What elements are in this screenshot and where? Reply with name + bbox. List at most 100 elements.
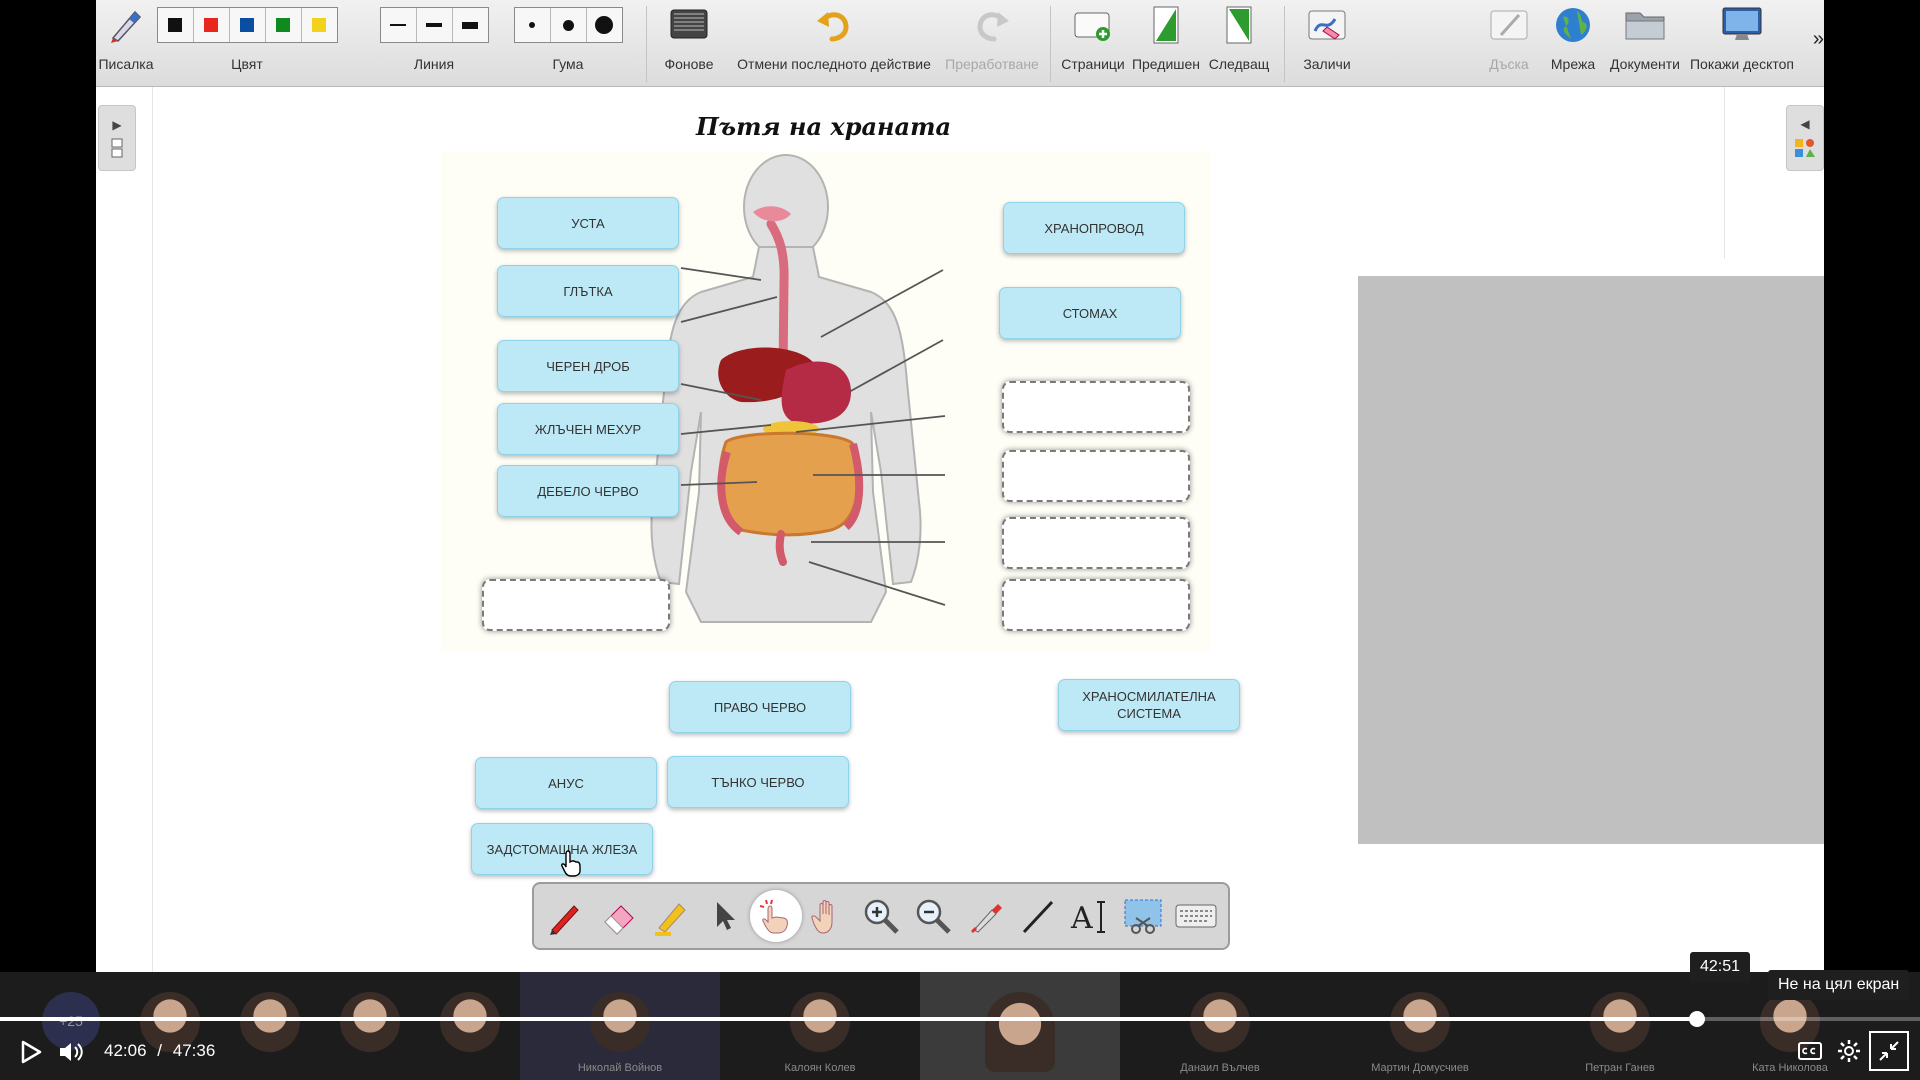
text-icon: A [1070, 901, 1105, 936]
color-picker-tool-button[interactable] [960, 890, 1012, 942]
whiteboard-canvas[interactable]: ▶ ◀ Пътя на храната УСТА ГЛЪТКА ЧЕРЕН ДР… [96, 87, 1824, 972]
network-label: Мрежа [1550, 56, 1596, 72]
previous-page-icon [1148, 0, 1184, 50]
line-width-picker[interactable]: Линия [379, 0, 489, 86]
clear-board-icon [1307, 0, 1347, 50]
eraser-tool-button[interactable] [593, 890, 645, 942]
expand-left-icon: ◀ [1800, 117, 1810, 131]
volume-icon[interactable] [58, 1040, 84, 1064]
label-digestive-system[interactable]: ХРАНОСМИЛАТЕЛНА СИСТЕМА [1058, 679, 1240, 731]
eraser-size-group[interactable] [513, 7, 623, 43]
redo-label: Преработване [945, 56, 1039, 72]
label-stomach[interactable]: СТОМАХ [999, 287, 1181, 339]
color-swatch-green[interactable] [266, 8, 302, 42]
highlighter-tool-button[interactable] [645, 890, 697, 942]
video-time: 42:06 / 47:36 [104, 1041, 215, 1061]
svg-text:A: A [1070, 901, 1093, 936]
show-desktop-button[interactable]: Покажи десктоп [1688, 0, 1796, 86]
line-thin[interactable] [381, 8, 417, 42]
line-medium[interactable] [417, 8, 453, 42]
label-liver[interactable]: ЧЕРЕН ДРОБ [497, 340, 679, 392]
label-large-intestine[interactable]: ДЕБЕЛО ЧЕРВО [497, 465, 679, 517]
play-icon[interactable] [20, 1040, 42, 1064]
screen-capture-icon [1124, 899, 1162, 934]
text-tool-button[interactable]: A [1065, 890, 1117, 942]
color-swatch-blue[interactable] [230, 8, 266, 42]
color-swatch-yellow[interactable] [302, 8, 337, 42]
screen-capture-tool-button[interactable] [1117, 890, 1169, 942]
hover-time-tooltip: 42:51 [1690, 952, 1751, 982]
redo-button[interactable]: Преработване [936, 0, 1048, 86]
next-page-icon [1221, 0, 1257, 50]
expand-right-icon: ▶ [112, 118, 122, 132]
next-page-button[interactable]: Следващ [1204, 0, 1274, 86]
page-title: Пътя на храната [696, 112, 952, 141]
captions-icon[interactable] [1798, 1041, 1822, 1061]
empty-drop-slot[interactable] [1002, 579, 1190, 631]
pen-tool[interactable]: Писалка [96, 0, 156, 86]
whiteboard-app: Писалка Цвят Линия Гума Фонове Отмени по… [96, 0, 1824, 972]
color-swatch-black[interactable] [158, 8, 194, 42]
intestines-organ [718, 431, 860, 537]
line-tool-button[interactable] [1012, 890, 1064, 942]
zoom-out-button[interactable] [907, 890, 959, 942]
line-thick[interactable] [453, 8, 488, 42]
label-gallbladder[interactable]: ЖЛЪЧЕН МЕХУР [497, 403, 679, 455]
pen-tool-button[interactable] [540, 890, 592, 942]
documents-button[interactable]: Документи [1606, 0, 1684, 86]
backgrounds-icon [669, 0, 709, 50]
select-tool-button[interactable] [698, 890, 750, 942]
label-small-intestine[interactable]: ТЪНКО ЧЕРВО [667, 756, 849, 808]
stomach-organ [781, 361, 851, 424]
show-desktop-label: Покажи десктоп [1689, 56, 1794, 72]
toolbar-divider [1050, 6, 1051, 82]
pan-tool-button[interactable] [802, 890, 854, 942]
eraser-small[interactable] [515, 8, 551, 42]
zoom-in-button[interactable] [855, 890, 907, 942]
previous-page-button[interactable]: Предишен [1130, 0, 1202, 86]
empty-drop-slot[interactable] [1002, 517, 1190, 569]
label-rectum[interactable]: ПРАВО ЧЕРВО [669, 681, 851, 733]
network-button[interactable]: Мрежа [1542, 0, 1604, 86]
right-panel-toggle[interactable]: ◀ [1786, 105, 1824, 171]
redo-icon [972, 0, 1012, 50]
color-swatch-red[interactable] [194, 8, 230, 42]
pages-label: Страници [1061, 56, 1125, 72]
label-esophagus[interactable]: ХРАНОПРОВОД [1003, 202, 1185, 254]
color-swatch-group[interactable] [156, 7, 338, 43]
label-anus[interactable]: АНУС [475, 757, 657, 809]
video-progress-fill [0, 1017, 1698, 1021]
eraser-medium[interactable] [551, 8, 587, 42]
page-guide [1724, 87, 1725, 259]
eraser-large[interactable] [587, 8, 622, 42]
undo-button[interactable]: Отмени последното действие [736, 0, 932, 86]
add-page-icon [1073, 0, 1113, 50]
next-page-label: Следващ [1208, 56, 1270, 72]
backgrounds-button[interactable]: Фонове [654, 0, 724, 86]
rectum-organ [775, 530, 787, 566]
board-button[interactable]: Дъска [1478, 0, 1540, 86]
pages-button[interactable]: Страници [1058, 0, 1128, 86]
magic-touch-tool-button[interactable] [750, 890, 803, 942]
touch-hand-icon [759, 899, 788, 934]
eraser-size-picker[interactable]: Гума [513, 0, 623, 86]
folder-icon [1624, 0, 1666, 50]
line-width-group[interactable] [379, 7, 489, 43]
empty-drop-slot[interactable] [482, 579, 670, 631]
label-mouth[interactable]: УСТА [497, 197, 679, 249]
toolbar-overflow-button[interactable]: » [1813, 28, 1824, 51]
gray-overlay-panel [1358, 276, 1824, 844]
keyboard-tool-button[interactable] [1170, 890, 1222, 942]
board-icon [1489, 0, 1529, 50]
toolbar-divider [646, 6, 647, 82]
pen-label: Писалка [98, 56, 154, 72]
empty-drop-slot[interactable] [1002, 450, 1190, 502]
video-progress-bar[interactable] [0, 1011, 1920, 1027]
label-pharynx[interactable]: ГЛЪТКА [497, 265, 679, 317]
clear-button[interactable]: Заличи [1292, 0, 1362, 86]
left-panel-toggle[interactable]: ▶ [98, 105, 136, 171]
settings-gear-icon[interactable] [1837, 1039, 1861, 1063]
color-picker[interactable]: Цвят [156, 0, 338, 86]
empty-drop-slot[interactable] [1002, 381, 1190, 433]
exit-fullscreen-button[interactable] [1869, 1031, 1909, 1071]
